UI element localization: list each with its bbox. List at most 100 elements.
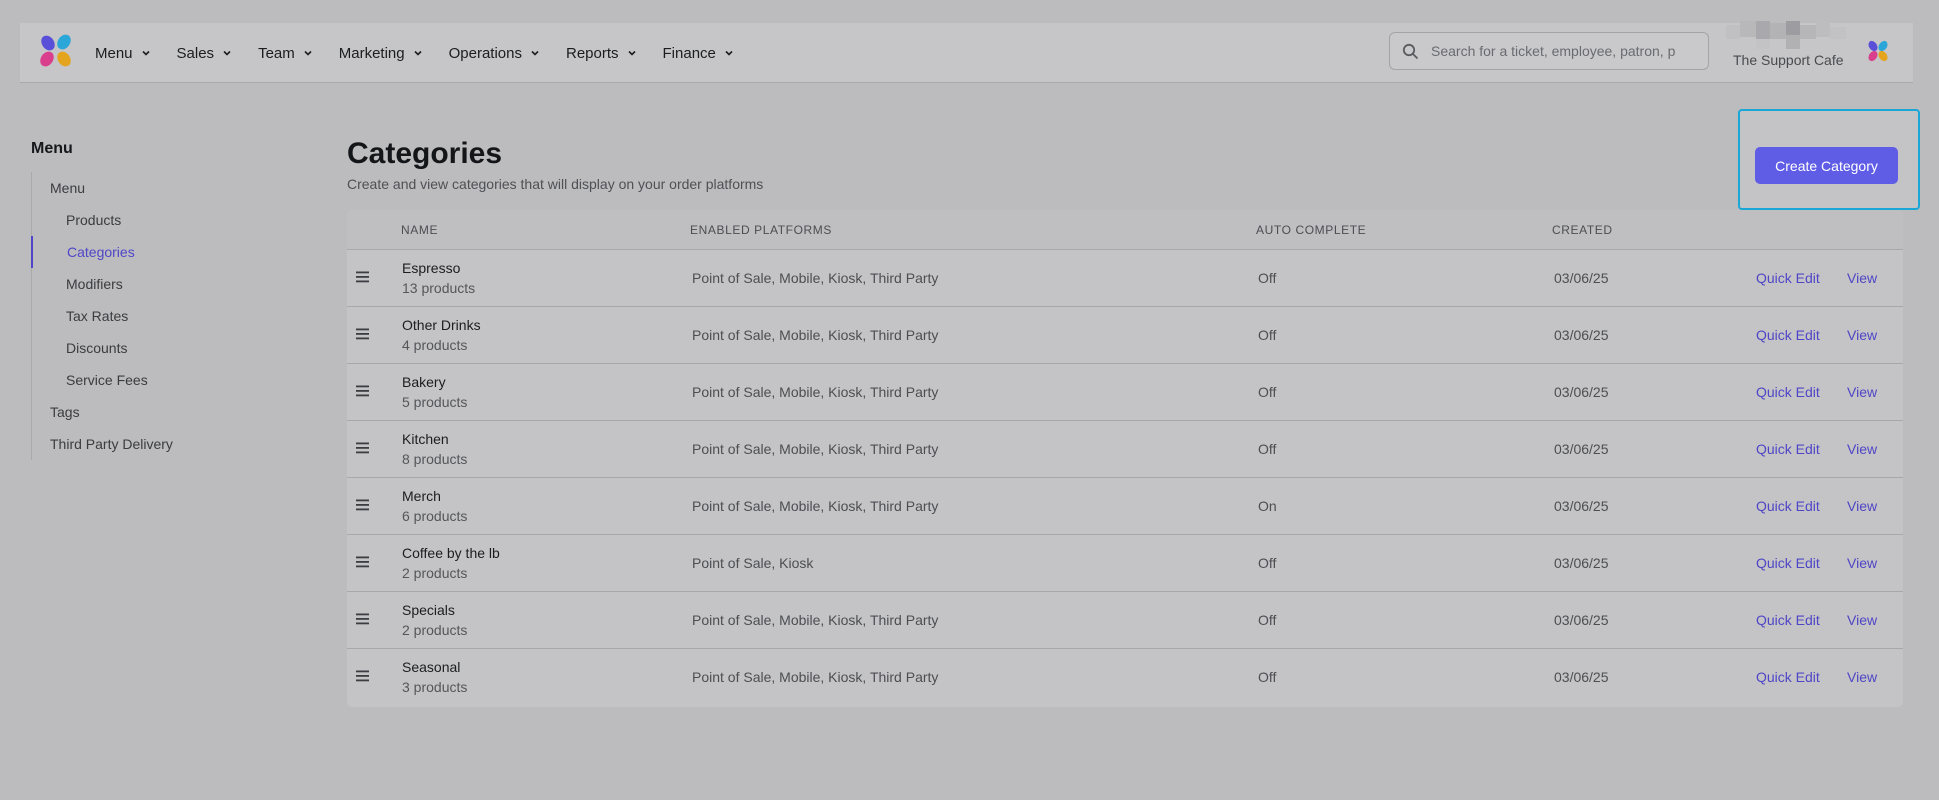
view-link[interactable]: View — [1847, 669, 1877, 685]
column-header-name[interactable]: NAME — [401, 223, 438, 237]
product-count: 2 products — [402, 622, 468, 638]
product-count: 13 products — [402, 280, 476, 296]
category-name: Seasonal — [402, 659, 461, 675]
product-count: 3 products — [402, 679, 468, 695]
org-avatar-icon[interactable] — [1726, 21, 1856, 51]
table-row: Other Drinks 4 products Point of Sale, Mob… — [347, 307, 1903, 364]
page-title: Categories — [347, 137, 503, 170]
create-category-button[interactable]: Create Category — [1755, 147, 1898, 184]
column-header-created[interactable]: CREATED — [1552, 223, 1613, 237]
chevron-down-icon — [304, 50, 312, 56]
nav-marketing[interactable]: Marketing — [339, 45, 423, 62]
created-date: 03/06/25 — [1554, 669, 1609, 685]
quick-edit-link[interactable]: Quick Edit — [1756, 270, 1820, 286]
view-link[interactable]: View — [1847, 555, 1877, 571]
drag-handle-icon[interactable] — [355, 669, 370, 683]
sidebar-title: Menu — [31, 140, 73, 157]
auto-complete-status: Off — [1258, 384, 1277, 400]
view-link[interactable]: View — [1847, 498, 1877, 514]
drag-handle-icon[interactable] — [355, 441, 370, 455]
nav-finance[interactable]: Finance — [663, 45, 734, 62]
sidebar-tree: Menu Products Categories Modifiers Tax R… — [31, 172, 291, 460]
chevron-down-icon — [223, 50, 231, 56]
quick-edit-link[interactable]: Quick Edit — [1756, 441, 1820, 457]
table-row: Coffee by the lb 2 products Point of Sale,… — [347, 535, 1903, 592]
table-row: Espresso 13 products Point of Sale, Mobile… — [347, 250, 1903, 307]
nav-reports[interactable]: Reports — [566, 45, 637, 62]
enabled-platforms: Point of Sale, Kiosk — [692, 555, 814, 571]
app-logo-icon[interactable] — [38, 33, 74, 69]
auto-complete-status: Off — [1258, 327, 1277, 343]
product-count: 6 products — [402, 508, 468, 524]
nav-menu[interactable]: Menu — [95, 45, 151, 62]
product-count: 4 products — [402, 337, 468, 353]
sidebar-item-tax-rates[interactable]: Tax Rates — [32, 300, 291, 332]
created-date: 03/06/25 — [1554, 270, 1609, 286]
category-name: Other Drinks — [402, 317, 481, 333]
sidebar-item-modifiers[interactable]: Modifiers — [32, 268, 291, 300]
sidebar-item-products[interactable]: Products — [32, 204, 291, 236]
sidebar-item-tags[interactable]: Tags — [32, 396, 291, 428]
created-date: 03/06/25 — [1554, 384, 1609, 400]
auto-complete-status: Off — [1258, 270, 1277, 286]
quick-edit-link[interactable]: Quick Edit — [1756, 498, 1820, 514]
nav-sales[interactable]: Sales — [177, 45, 233, 62]
quick-edit-link[interactable]: Quick Edit — [1756, 555, 1820, 571]
column-header-auto-complete[interactable]: AUTO COMPLETE — [1256, 223, 1366, 237]
category-name: Merch — [402, 488, 441, 504]
view-link[interactable]: View — [1847, 327, 1877, 343]
nav-label: Team — [258, 44, 295, 62]
table-body: Espresso 13 products Point of Sale, Mobile… — [347, 250, 1903, 706]
sidebar-item-service-fees[interactable]: Service Fees — [32, 364, 291, 396]
table-header: NAME ENABLED PLATFORMS AUTO COMPLETE CRE… — [347, 210, 1903, 250]
drag-handle-icon[interactable] — [355, 612, 370, 626]
quick-edit-link[interactable]: Quick Edit — [1756, 669, 1820, 685]
view-link[interactable]: View — [1847, 384, 1877, 400]
create-category-focus-ring: Create Category — [1738, 109, 1920, 210]
column-header-platforms[interactable]: ENABLED PLATFORMS — [690, 223, 832, 237]
sidebar-item-third-party-delivery[interactable]: Third Party Delivery — [32, 428, 291, 460]
quick-edit-link[interactable]: Quick Edit — [1756, 384, 1820, 400]
nav-operations[interactable]: Operations — [449, 45, 540, 62]
view-link[interactable]: View — [1847, 612, 1877, 628]
sidebar-item-menu[interactable]: Menu — [32, 172, 291, 204]
category-name: Espresso — [402, 260, 461, 276]
page-subtitle: Create and view categories that will dis… — [347, 176, 764, 192]
drag-handle-icon[interactable] — [355, 498, 370, 512]
created-date: 03/06/25 — [1554, 498, 1609, 514]
created-date: 03/06/25 — [1554, 612, 1609, 628]
product-count: 8 products — [402, 451, 468, 467]
chevron-down-icon — [531, 50, 539, 56]
category-name: Specials — [402, 602, 455, 618]
nav-label: Marketing — [338, 44, 405, 62]
nav-team[interactable]: Team — [258, 45, 313, 62]
enabled-platforms: Point of Sale, Mobile, Kiosk, Third Part… — [692, 669, 939, 685]
global-search[interactable] — [1389, 32, 1709, 70]
sidebar-item-categories[interactable]: Categories — [31, 236, 291, 268]
drag-handle-icon[interactable] — [355, 327, 370, 341]
chevron-down-icon — [141, 50, 150, 56]
auto-complete-status: On — [1258, 498, 1277, 514]
view-link[interactable]: View — [1847, 441, 1877, 457]
drag-handle-icon[interactable] — [355, 384, 370, 398]
sidebar-item-discounts[interactable]: Discounts — [32, 332, 291, 364]
view-link[interactable]: View — [1847, 270, 1877, 286]
chevron-down-icon — [414, 50, 422, 56]
nav-label: Operations — [448, 44, 522, 62]
nav-label: Menu — [95, 44, 133, 62]
enabled-platforms: Point of Sale, Mobile, Kiosk, Third Part… — [692, 327, 939, 343]
created-date: 03/06/25 — [1554, 327, 1609, 343]
quick-edit-link[interactable]: Quick Edit — [1756, 327, 1820, 343]
search-input[interactable] — [1431, 43, 1701, 59]
enabled-platforms: Point of Sale, Mobile, Kiosk, Third Part… — [692, 270, 939, 286]
category-name: Kitchen — [402, 431, 449, 447]
table-row: Bakery 5 products Point of Sale, Mobile, K… — [347, 364, 1903, 421]
drag-handle-icon[interactable] — [355, 270, 370, 284]
brand-logo-icon[interactable] — [1866, 39, 1890, 63]
quick-edit-link[interactable]: Quick Edit — [1756, 612, 1820, 628]
nav-label: Reports — [565, 44, 619, 62]
table-row: Kitchen 8 products Point of Sale, Mobile, … — [347, 421, 1903, 478]
drag-handle-icon[interactable] — [355, 555, 370, 569]
org-name[interactable]: The Support Cafe — [1733, 52, 1844, 68]
chevron-down-icon — [627, 50, 636, 56]
